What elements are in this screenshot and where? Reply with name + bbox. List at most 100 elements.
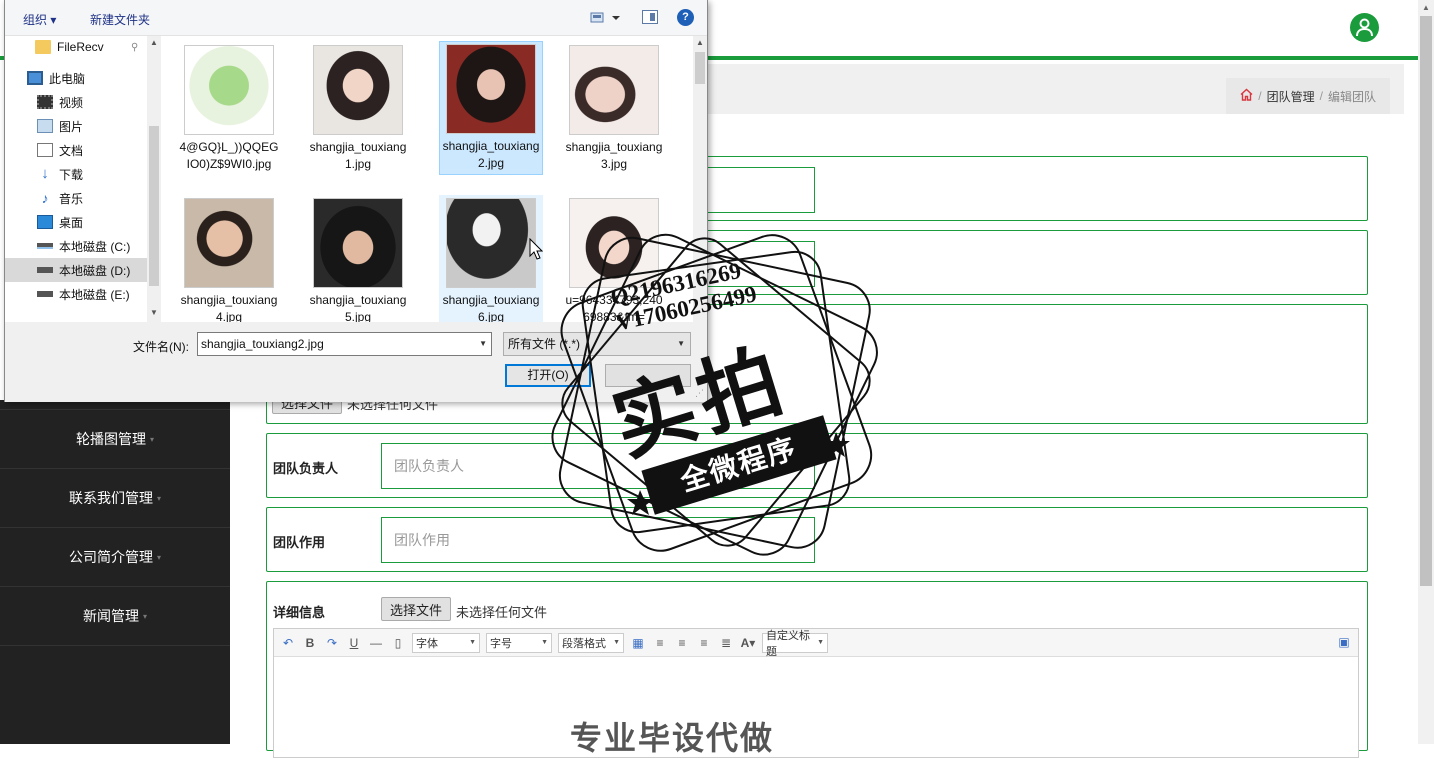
role-label: 团队作用 [273,535,326,550]
file-item[interactable]: shangjia_touxiang5.jpg [306,195,410,322]
filename-input[interactable]: shangjia_touxiang2.jpg ▼ [197,332,492,356]
page-scrollbar[interactable]: ▲ [1418,0,1434,744]
nav-item-drive-d[interactable]: 本地磁盘 (D:) [5,258,147,282]
download-icon: ↓ [41,165,49,182]
chevron-down-icon: ▼ [677,339,685,348]
nav-item-this-pc[interactable]: 此电脑 [5,66,147,90]
file-name: shangjia_touxiang4.jpg [180,293,278,322]
nav-item-documents[interactable]: 文档 [5,138,147,162]
sidebar-item-company[interactable]: 公司简介管理 ▾ [0,528,230,587]
leader-input[interactable]: 团队负责人 [381,443,815,489]
page-scrollbar-thumb[interactable] [1420,16,1432,586]
dialog-footer: 文件名(N): shangjia_touxiang2.jpg ▼ 所有文件 (*.… [5,322,707,402]
table-icon[interactable]: ▦ [630,636,646,650]
nav-item-drive-c[interactable]: 本地磁盘 (C:) [5,234,147,258]
nav-item-filerecv[interactable]: FileRecv ⚲ [5,35,147,59]
scroll-up-icon[interactable]: ▲ [150,38,158,47]
nav-item-music[interactable]: ♪ 音乐 [5,186,147,210]
home-icon[interactable] [1240,88,1253,104]
custom-title-select[interactable]: 自定义标题 ▼ [762,630,828,658]
sidebar-item-news[interactable]: 新闻管理 ▾ [0,587,230,646]
music-icon: ♪ [41,190,49,206]
filetype-select[interactable]: 所有文件 (*.*) ▼ [503,332,691,356]
breadcrumb-section[interactable]: 团队管理 [1267,88,1315,105]
preview-pane-icon[interactable] [642,10,658,24]
undo-icon[interactable]: ↶ [280,636,296,650]
chevron-down-icon: ▾ [149,434,154,444]
nav-item-downloads[interactable]: ↓ 下载 [5,162,147,186]
desktop-icon [37,215,53,229]
file-name: shangjia_touxiang3.jpg [565,140,663,171]
details-label: 详细信息 [273,605,326,620]
file-item[interactable]: shangjia_touxiang1.jpg [306,42,410,176]
details-file-status: 未选择任何文件 [456,605,548,620]
fullscreen-icon[interactable]: ▣ [1336,635,1352,649]
cancel-button[interactable] [605,364,691,387]
nav-scrollbar[interactable]: ▲ ▼ [147,36,161,322]
file-item[interactable]: 4@GQ}L_))QQEGIO0)Z$9WI0.jpg [177,42,281,176]
help-icon[interactable]: ? [677,9,694,26]
file-item-hovered[interactable]: shangjia_touxiang6.jpg [439,195,543,322]
sidebar-item-contact[interactable]: 联系我们管理 ▾ [0,469,230,528]
file-name: shangjia_touxiang5.jpg [309,293,407,322]
font-select[interactable]: 字体 ▼ [412,632,480,653]
breadcrumb: / 团队管理 / 编辑团队 [1226,78,1390,114]
drive-icon [37,291,53,297]
page-icon[interactable]: ▯ [390,636,406,650]
file-thumbnail [184,198,274,288]
resize-grip-icon[interactable]: ⋰ [695,388,704,399]
file-thumbnail [313,198,403,288]
user-avatar-icon[interactable] [1350,13,1379,42]
view-options-button[interactable] [589,10,621,26]
file-thumbnail [446,44,536,134]
dialog-toolbar: 组织 ▾ 新建文件夹 ? [5,0,707,36]
file-item[interactable]: shangjia_touxiang3.jpg [562,42,666,176]
computer-icon [27,71,43,85]
file-thumbnail [184,45,274,135]
sidebar-item-banner[interactable]: 轮播图管理 ▾ [0,410,230,469]
scroll-down-icon[interactable]: ▼ [150,308,158,317]
file-item-selected[interactable]: shangjia_touxiang2.jpg [439,41,543,175]
align-center-icon[interactable]: ≡ [696,636,712,650]
file-name: 4@GQ}L_))QQEGIO0)Z$9WI0.jpg [179,140,279,171]
font-color-icon[interactable]: A▾ [740,636,756,650]
scroll-up-icon[interactable]: ▲ [1422,3,1430,12]
file-scrollbar[interactable]: ▲ [693,36,707,322]
nav-scrollbar-thumb[interactable] [149,126,159,286]
align-justify-icon[interactable]: ≣ [718,636,734,650]
align-right-icon[interactable]: ≡ [674,636,690,650]
filename-label: 文件名(N): [133,340,189,354]
align-left-icon[interactable]: ≡ [652,636,668,650]
file-item[interactable]: shangjia_touxiang4.jpg [177,195,281,322]
nav-item-drive-e[interactable]: 本地磁盘 (E:) [5,282,147,306]
bold-icon[interactable]: B [302,636,318,650]
file-name: u=964334793,24069883&fm= [565,293,663,322]
redo-icon[interactable]: ↷ [324,636,340,650]
mouse-cursor-icon [529,238,543,260]
organize-button[interactable]: 组织 ▾ [23,11,56,28]
open-button[interactable]: 打开(O) [505,364,591,387]
drive-icon [37,267,53,273]
file-scrollbar-thumb[interactable] [695,52,705,84]
nav-item-pictures[interactable]: 图片 [5,114,147,138]
paragraph-select[interactable]: 段落格式 ▼ [558,632,624,653]
chevron-down-icon[interactable]: ▼ [479,333,487,355]
underline-icon[interactable]: U [346,636,362,650]
nav-item-desktop[interactable]: 桌面 [5,210,147,234]
folder-icon [35,40,51,54]
form-row-details: 详细信息 选择文件 未选择任何文件 ↶ B ↷ U — ▯ 字体 ▼ 字号 ▼ 段落… [266,581,1368,758]
size-select[interactable]: 字号 ▼ [486,632,552,653]
new-folder-button[interactable]: 新建文件夹 [90,11,150,28]
scroll-up-icon[interactable]: ▲ [696,38,704,47]
chevron-down-icon: ▾ [142,611,147,621]
rich-text-editor[interactable]: ↶ B ↷ U — ▯ 字体 ▼ 字号 ▼ 段落格式 ▼ ▦ ≡ ≡ ≡ ≣ A▾ 自… [273,628,1359,758]
file-open-dialog: 组织 ▾ 新建文件夹 ? FileRecv ⚲ 此电脑 视频 图片 文档 ↓ 下… [4,0,708,402]
role-input[interactable]: 团队作用 [381,517,815,563]
pin-icon[interactable]: ⚲ [131,42,138,53]
horizontal-rule-icon[interactable]: — [368,636,384,650]
file-item[interactable]: u=964334793,24069883&fm= [562,195,666,322]
details-file-button[interactable]: 选择文件 [381,597,452,621]
nav-item-videos[interactable]: 视频 [5,90,147,114]
file-name: shangjia_touxiang1.jpg [309,140,407,171]
pictures-icon [37,119,53,133]
